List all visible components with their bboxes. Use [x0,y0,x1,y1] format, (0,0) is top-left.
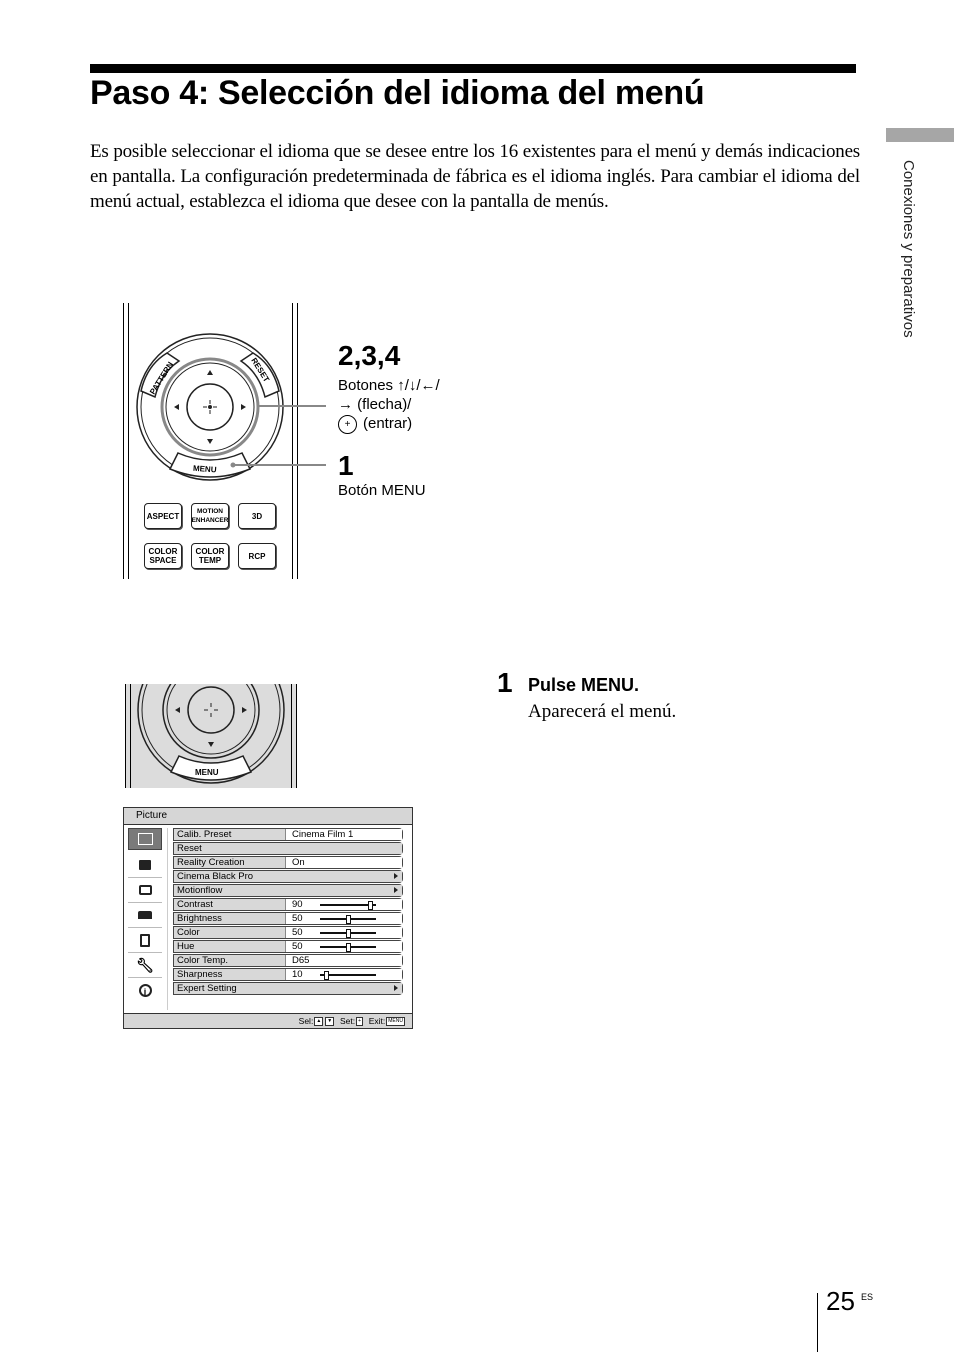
remote-illustration: PATTERN RESET MENU ASPECT MOTION ENHANCE… [123,303,298,579]
osd-row-label: Hue [174,941,286,952]
section-label: Conexiones y preparativos [900,160,917,338]
osd-row-label: Calib. Preset [174,829,286,840]
osd-slider-knob[interactable] [367,901,373,910]
osd-divider [167,828,168,1010]
callout-number-menu: 1 [338,450,354,481]
submenu-arrow-icon [394,985,398,991]
osd-menu-row[interactable]: Calib. Preset Cinema Film 1 [173,828,403,841]
osd-menu-row[interactable]: Motionflow [173,884,403,897]
osd-header: Picture [124,808,412,825]
osd-menu-row[interactable]: Cinema Black Pro [173,870,403,883]
callout-number-arrows: 2,3,4 [338,340,401,371]
osd-row-label: Expert Setting [174,983,402,994]
step-number: 1 [497,667,513,698]
page-language: ES [861,1292,874,1302]
osd-row-value: Cinema Film 1 [286,829,402,840]
callout-line-3: + (entrar) [338,414,440,434]
3d-button[interactable]: 3D [238,503,276,529]
osd-menu-row[interactable]: Hue 50 [173,940,403,953]
information-icon[interactable]: i [128,978,162,1003]
motion-enhancer-button[interactable]: MOTION ENHANCER [191,503,229,529]
setup-icon[interactable] [128,903,162,928]
submenu-arrow-icon [394,887,398,893]
osd-row-label: Cinema Black Pro [174,871,402,882]
osd-rows: Calib. Preset Cinema Film 1 Reset Reality C… [173,828,403,996]
osd-menu-row[interactable]: Reset [173,842,403,855]
leader-line-menu [235,464,326,466]
osd-row-value: 90 [286,899,402,910]
leader-line-arrows [258,405,326,407]
osd-row-label: Brightness [174,913,286,924]
page-number-rule [817,1293,818,1352]
osd-row-label: Sharpness [174,969,286,980]
function-icon[interactable] [128,928,162,953]
osd-slider[interactable] [320,901,376,910]
osd-footer: Sel: ▲ ▼ Set: + Exit: MENU [124,1013,412,1028]
osd-menu-row[interactable]: Reality Creation On [173,856,403,869]
callout-line-2: → (flecha)/ [338,396,412,413]
page-number: 25 [826,1286,855,1316]
screen-icon[interactable] [128,878,162,903]
step-description: Aparecerá el menú. [528,701,677,722]
osd-row-value: On [286,857,402,868]
osd-slider[interactable] [320,971,376,980]
osd-menu-row[interactable]: Contrast 90 [173,898,403,911]
osd-row-value: 50 [286,927,402,938]
menu-key-icon: MENU [386,1017,405,1027]
osd-slider[interactable] [320,943,376,952]
picture-icon[interactable] [128,828,162,850]
osd-row-label: Color Temp. [174,955,286,966]
intro-paragraph: Es posible seleccionar el idioma que se … [90,141,860,212]
osd-menu-row[interactable]: Color Temp. D65 [173,954,403,967]
osd-row-value: 10 [286,969,402,980]
osd-row-label: Motionflow [174,885,402,896]
up-key-icon: ▲ [314,1017,324,1027]
picture-advanced-icon[interactable] [128,853,162,878]
callout-text-menu: Botón MENU [338,482,426,499]
section-tab-marker [886,128,954,142]
color-space-button[interactable]: COLOR SPACE [144,543,182,569]
aspect-button[interactable]: ASPECT [144,503,182,529]
osd-slider-knob[interactable] [346,943,351,952]
osd-row-value: 50 [286,941,402,952]
rcp-button[interactable]: RCP [238,543,276,569]
osd-slider-knob[interactable] [324,971,330,980]
osd-row-value: 50 [286,913,402,924]
menu-label: MENU [195,768,219,777]
osd-menu-row[interactable]: Brightness 50 [173,912,403,925]
menu-label: MENU [193,464,217,475]
osd-slider-knob[interactable] [346,915,351,924]
page-title: Paso 4: Selección del idioma del menú [90,74,705,112]
enter-circle-icon: + [338,414,357,434]
submenu-arrow-icon [394,873,398,879]
osd-menu-row[interactable]: Color 50 [173,926,403,939]
osd-menu-row[interactable]: Sharpness 10 [173,968,403,981]
step-title: Pulse MENU. [528,675,640,695]
down-key-icon: ▼ [325,1017,335,1027]
osd-row-value: D65 [286,955,402,966]
osd-menu: Picture 🔧︎ i Calib. Preset Cinema Film 1 R… [123,807,413,1029]
installation-icon[interactable]: 🔧︎ [128,953,162,978]
osd-menu-row[interactable]: Expert Setting [173,982,403,995]
enter-button[interactable] [187,686,235,734]
osd-slider[interactable] [320,929,376,938]
remote-detail-illustration: MENU [125,684,297,788]
color-temp-button[interactable]: COLOR TEMP [191,543,229,569]
callout-text-arrows: Botones ↑/↓/←/ → (flecha)/ + (entrar) [338,376,440,434]
callout-line-1: Botones ↑/↓/←/ [338,377,440,394]
title-rule [90,64,856,73]
remote-detail-svg: MENU [137,684,285,784]
osd-row-label: Color [174,927,286,938]
osd-row-label: Contrast [174,899,286,910]
enter-key-icon: + [356,1017,363,1027]
osd-row-label: Reset [174,843,402,854]
osd-row-label: Reality Creation [174,857,286,868]
osd-slider-knob[interactable] [346,929,351,938]
osd-slider[interactable] [320,915,376,924]
osd-icon-column: 🔧︎ i [128,828,164,1003]
